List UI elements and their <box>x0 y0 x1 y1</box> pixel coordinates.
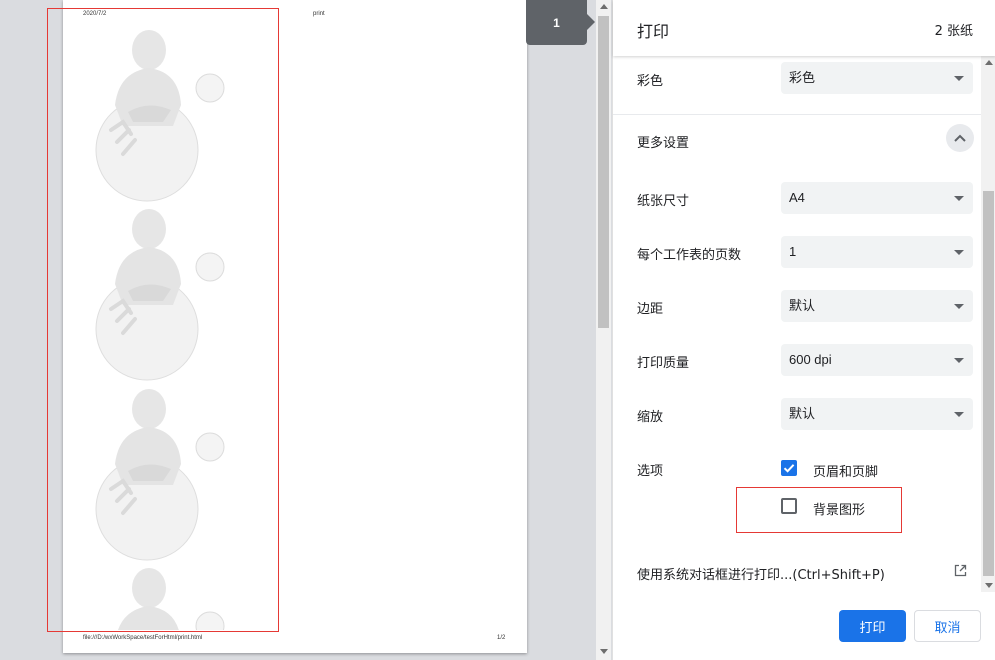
print-quality-row: 打印质量 600 dpi <box>613 342 981 382</box>
background-illustration <box>95 389 225 561</box>
color-setting-row: 彩色 彩色 <box>613 60 981 100</box>
system-dialog-link[interactable]: 使用系统对话框进行打印...(Ctrl+Shift+P) <box>637 564 885 583</box>
margins-value: 默认 <box>789 298 816 313</box>
print-quality-select[interactable]: 600 dpi <box>781 344 973 376</box>
divider <box>613 114 981 115</box>
print-quality-value: 600 dpi <box>789 352 832 367</box>
headers-footers-label: 页眉和页脚 <box>813 465 879 480</box>
paper-size-value: A4 <box>789 190 805 205</box>
scroll-down-arrow-icon[interactable] <box>985 583 993 588</box>
print-preview-area: 2020/7/2 print file:///D:/wxWorkSpace/te… <box>0 0 612 660</box>
print-settings-panel: 打印 2 张纸 彩色 彩色 更多设置 纸张尺寸 A4 每个工作表的页数 1 边距… <box>612 0 995 660</box>
settings-scrollbar[interactable] <box>981 56 995 592</box>
print-button[interactable]: 打印 <box>839 610 906 642</box>
page-header-date: 2020/7/2 <box>83 11 107 17</box>
preview-page: 2020/7/2 print file:///D:/wxWorkSpace/te… <box>63 0 527 653</box>
dropdown-arrow-icon <box>954 358 964 363</box>
print-quality-label: 打印质量 <box>637 356 690 371</box>
background-graphics-checkbox[interactable] <box>781 498 797 514</box>
dropdown-arrow-icon <box>954 250 964 255</box>
scale-label: 缩放 <box>637 410 664 425</box>
margins-row: 边距 默认 <box>613 288 981 328</box>
margins-label: 边距 <box>637 302 664 317</box>
scroll-down-arrow-icon[interactable] <box>600 649 608 654</box>
options-label: 选项 <box>637 464 664 479</box>
pages-per-sheet-label: 每个工作表的页数 <box>637 248 742 263</box>
preview-scrollbar[interactable] <box>596 0 611 660</box>
paper-size-row: 纸张尺寸 A4 <box>613 180 981 220</box>
dropdown-arrow-icon <box>954 196 964 201</box>
more-settings-label: 更多设置 <box>637 136 690 151</box>
scale-value: 默认 <box>789 406 816 421</box>
background-illustration <box>95 30 225 202</box>
color-select[interactable]: 彩色 <box>781 62 973 94</box>
background-illustration <box>95 209 225 381</box>
scroll-up-arrow-icon[interactable] <box>985 60 993 65</box>
options-row: 选项 页眉和页脚 背景图形 <box>613 450 981 530</box>
scale-row: 缩放 默认 <box>613 396 981 436</box>
dropdown-arrow-icon <box>954 76 964 81</box>
color-select-value: 彩色 <box>789 70 816 85</box>
dropdown-arrow-icon <box>954 304 964 309</box>
panel-header: 打印 2 张纸 <box>613 0 995 56</box>
badge-pointer <box>587 14 595 30</box>
pages-per-sheet-row: 每个工作表的页数 1 <box>613 234 981 274</box>
headers-footers-checkbox[interactable] <box>781 460 797 476</box>
checkmark-icon <box>783 464 795 473</box>
paper-size-label: 纸张尺寸 <box>637 194 690 209</box>
paper-size-select[interactable]: A4 <box>781 182 973 214</box>
more-settings-row[interactable]: 更多设置 <box>613 122 981 162</box>
chevron-up-icon <box>954 134 966 142</box>
pages-per-sheet-value: 1 <box>789 244 797 259</box>
dropdown-arrow-icon <box>954 412 964 417</box>
pages-per-sheet-select[interactable]: 1 <box>781 236 973 268</box>
page-number-badge[interactable]: 1 <box>526 0 587 45</box>
sheet-count: 2 张纸 <box>934 24 973 39</box>
page-footer-url: file:///D:/wxWorkSpace/testForHtml/print… <box>83 635 203 641</box>
scrollbar-thumb[interactable] <box>598 16 609 328</box>
collapse-button[interactable] <box>946 124 974 152</box>
system-dialog-row[interactable]: 使用系统对话框进行打印...(Ctrl+Shift+P) <box>613 556 981 586</box>
scroll-up-arrow-icon[interactable] <box>600 4 608 9</box>
scrollbar-thumb[interactable] <box>983 191 994 576</box>
action-button-row: 打印 取消 <box>613 592 995 660</box>
page-footer-page-number: 1/2 <box>497 635 506 641</box>
panel-title: 打印 <box>637 22 670 41</box>
margins-select[interactable]: 默认 <box>781 290 973 322</box>
cancel-button[interactable]: 取消 <box>914 610 981 642</box>
color-label: 彩色 <box>637 74 664 89</box>
scale-select[interactable]: 默认 <box>781 398 973 430</box>
open-in-new-icon[interactable] <box>954 564 967 577</box>
background-illustration <box>118 568 225 630</box>
page-header-title: print <box>313 11 325 17</box>
background-graphics-label: 背景图形 <box>813 503 866 518</box>
